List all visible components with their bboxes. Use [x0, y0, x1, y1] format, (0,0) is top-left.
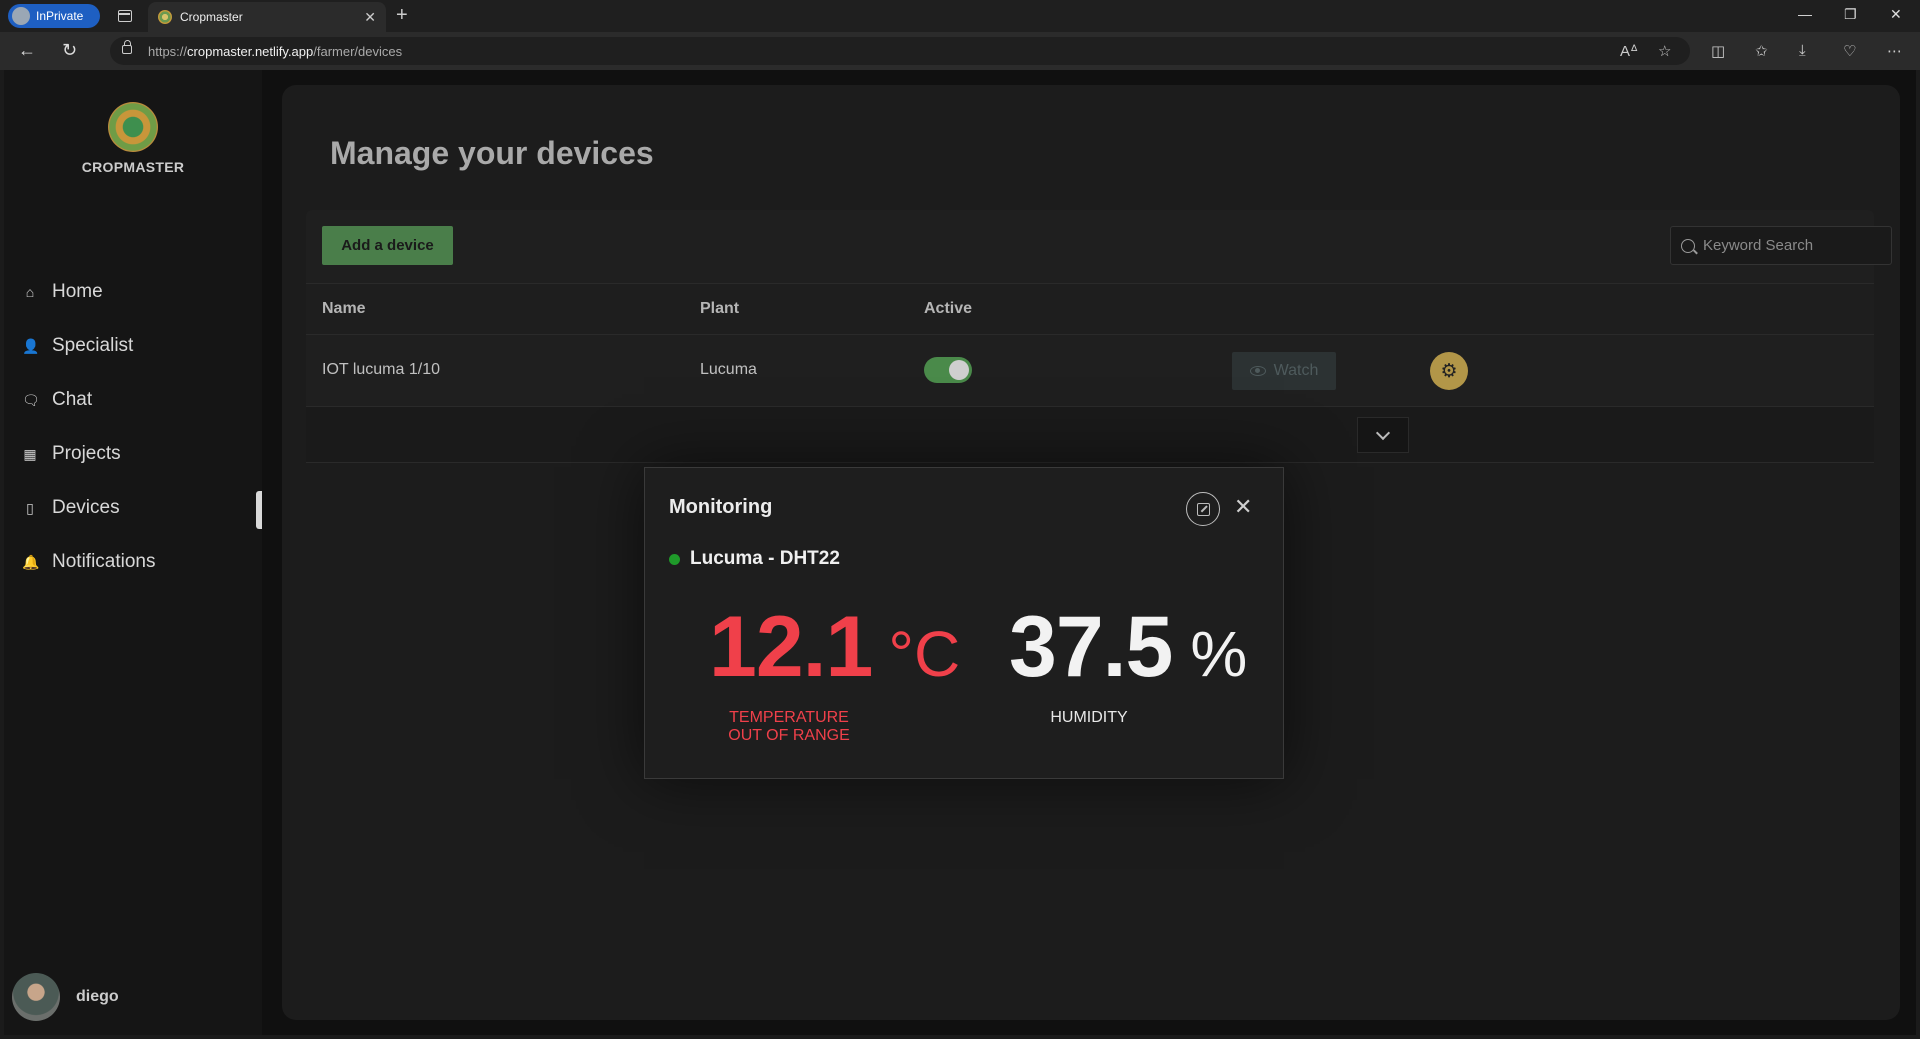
temperature-readout: 12.1 °C	[709, 598, 960, 697]
sidebar-item-label: Devices	[52, 497, 120, 518]
humidity-unit: %	[1190, 618, 1248, 690]
eye-icon	[1249, 366, 1266, 376]
sidebar-menu: ⌂ Home 👤 Specialist 🗨 Chat ▦ Projects ▯ …	[4, 265, 262, 589]
temperature-label-line2: OUT OF RANGE	[728, 727, 850, 744]
expand-icon	[1196, 502, 1210, 516]
table-toolbar: Add a device	[306, 210, 1892, 283]
add-device-button[interactable]: Add a device	[322, 226, 453, 265]
browser-tab[interactable]: Cropmaster ✕	[148, 2, 386, 32]
humidity-readout: 37.5 %	[1009, 598, 1247, 697]
inprivate-badge[interactable]: InPrivate	[8, 4, 100, 28]
refresh-icon[interactable]: ↻	[62, 40, 77, 61]
sidebar: CROPMASTER ⌂ Home 👤 Specialist 🗨 Chat ▦ …	[4, 70, 262, 1035]
bell-icon: 🔔	[22, 553, 40, 570]
restore-icon[interactable]: ❐	[1844, 6, 1857, 23]
watch-button[interactable]: Watch	[1232, 352, 1336, 390]
app-root: CROPMASTER ⌂ Home 👤 Specialist 🗨 Chat ▦ …	[4, 70, 1916, 1035]
downloads-icon[interactable]: ⤓	[1799, 42, 1806, 59]
sidebar-item-label: Specialist	[52, 335, 134, 356]
tablet-icon: ▯	[26, 499, 34, 516]
temperature-value: 12.1	[709, 599, 873, 695]
profile-avatar-icon	[12, 7, 30, 25]
sidebar-item-home[interactable]: ⌂ Home	[4, 265, 262, 319]
close-window-icon[interactable]: ✕	[1890, 6, 1902, 23]
sidebar-item-label: Home	[52, 281, 103, 302]
humidity-value: 37.5	[1009, 599, 1173, 695]
column-header-active[interactable]: Active	[924, 300, 972, 318]
sidebar-item-label: Chat	[52, 389, 93, 410]
table-header: Name Plant Active	[306, 283, 1874, 335]
favorites-icon[interactable]: ✩	[1755, 42, 1768, 60]
user-icon: 👤	[22, 337, 40, 354]
more-menu-icon[interactable]: ⋯	[1887, 42, 1902, 60]
monitoring-modal: Monitoring ✕ Lucuma - DHT22 12.1 °C 37.5…	[644, 467, 1284, 779]
inprivate-label: InPrivate	[36, 9, 84, 23]
device-name: IOT lucuma 1/10	[322, 361, 440, 378]
browser-tab-bar: InPrivate Cropmaster ✕ + — ❐ ✕	[0, 0, 1920, 32]
page-size-dropdown[interactable]	[1357, 417, 1409, 453]
back-icon[interactable]: ←	[18, 40, 36, 61]
sidebar-item-chat[interactable]: 🗨 Chat	[4, 373, 262, 427]
user-name: diego	[76, 988, 119, 1005]
sidebar-item-label: Notifications	[52, 551, 156, 572]
column-header-plant[interactable]: Plant	[700, 300, 739, 318]
brand-name: CROPMASTER	[81, 159, 185, 175]
cropmaster-logo	[108, 102, 158, 152]
home-icon: ⌂	[25, 284, 35, 300]
active-toggle[interactable]	[924, 357, 972, 383]
chat-icon: 🗨	[22, 391, 40, 408]
devices-table-card: Add a device Name Plant Active IOT lucum…	[306, 210, 1892, 463]
split-screen-icon[interactable]: ◫	[1711, 42, 1725, 60]
user-profile[interactable]: diego	[12, 973, 119, 1021]
new-tab-icon[interactable]: +	[396, 4, 408, 27]
lock-icon[interactable]	[122, 40, 132, 54]
read-aloud-icon[interactable]: Aᐞ	[1620, 42, 1638, 60]
keyword-search[interactable]	[1670, 226, 1892, 265]
table-footer	[306, 407, 1874, 463]
url-host: cropmaster.netlify.app	[187, 43, 314, 59]
calendar-icon: ▦	[23, 445, 37, 462]
address-bar[interactable]: https://cropmaster.netlify.app/farmer/de…	[110, 37, 1690, 65]
avatar	[12, 973, 60, 1021]
tab-title: Cropmaster	[180, 10, 243, 24]
device-plant: Lucuma	[700, 361, 757, 378]
browser-essentials-icon[interactable]: ♡	[1843, 42, 1856, 60]
temperature-alert-label: TEMPERATURE OUT OF RANGE	[709, 709, 869, 745]
favorite-star-icon[interactable]: ☆	[1658, 42, 1671, 60]
temperature-unit: °C	[888, 618, 961, 690]
tab-actions-icon[interactable]	[118, 10, 132, 22]
column-header-name[interactable]: Name	[322, 300, 366, 318]
status-dot-icon	[669, 553, 680, 565]
sidebar-item-projects[interactable]: ▦ Projects	[4, 427, 262, 481]
close-icon[interactable]: ✕	[1234, 494, 1252, 520]
tab-close-icon[interactable]: ✕	[364, 9, 376, 26]
sidebar-item-devices[interactable]: ▯ Devices	[4, 481, 262, 535]
device-status: Lucuma - DHT22	[669, 548, 840, 570]
page-title: Manage your devices	[330, 135, 654, 171]
url-prefix: https://	[148, 43, 188, 59]
gear-icon: ⚙	[1440, 360, 1458, 382]
table-row: IOT lucuma 1/10 Lucuma Watch ⚙	[306, 335, 1874, 407]
favicon-icon	[158, 10, 172, 24]
settings-button[interactable]: ⚙	[1430, 352, 1468, 390]
url-path: /farmer/devices	[313, 43, 403, 59]
expand-button[interactable]	[1186, 492, 1220, 526]
sidebar-item-notifications[interactable]: 🔔 Notifications	[4, 535, 262, 589]
watch-label: Watch	[1273, 362, 1319, 379]
minimize-icon[interactable]: —	[1798, 6, 1812, 22]
humidity-label: HUMIDITY	[1050, 709, 1128, 726]
modal-title: Monitoring	[669, 496, 773, 518]
search-input[interactable]	[1703, 237, 1883, 254]
sidebar-item-specialist[interactable]: 👤 Specialist	[4, 319, 262, 373]
device-label: Lucuma - DHT22	[690, 548, 840, 569]
sidebar-item-label: Projects	[52, 443, 121, 464]
search-icon	[1681, 238, 1695, 253]
temperature-label-line1: TEMPERATURE	[729, 709, 849, 726]
chevron-down-icon	[1375, 425, 1391, 440]
